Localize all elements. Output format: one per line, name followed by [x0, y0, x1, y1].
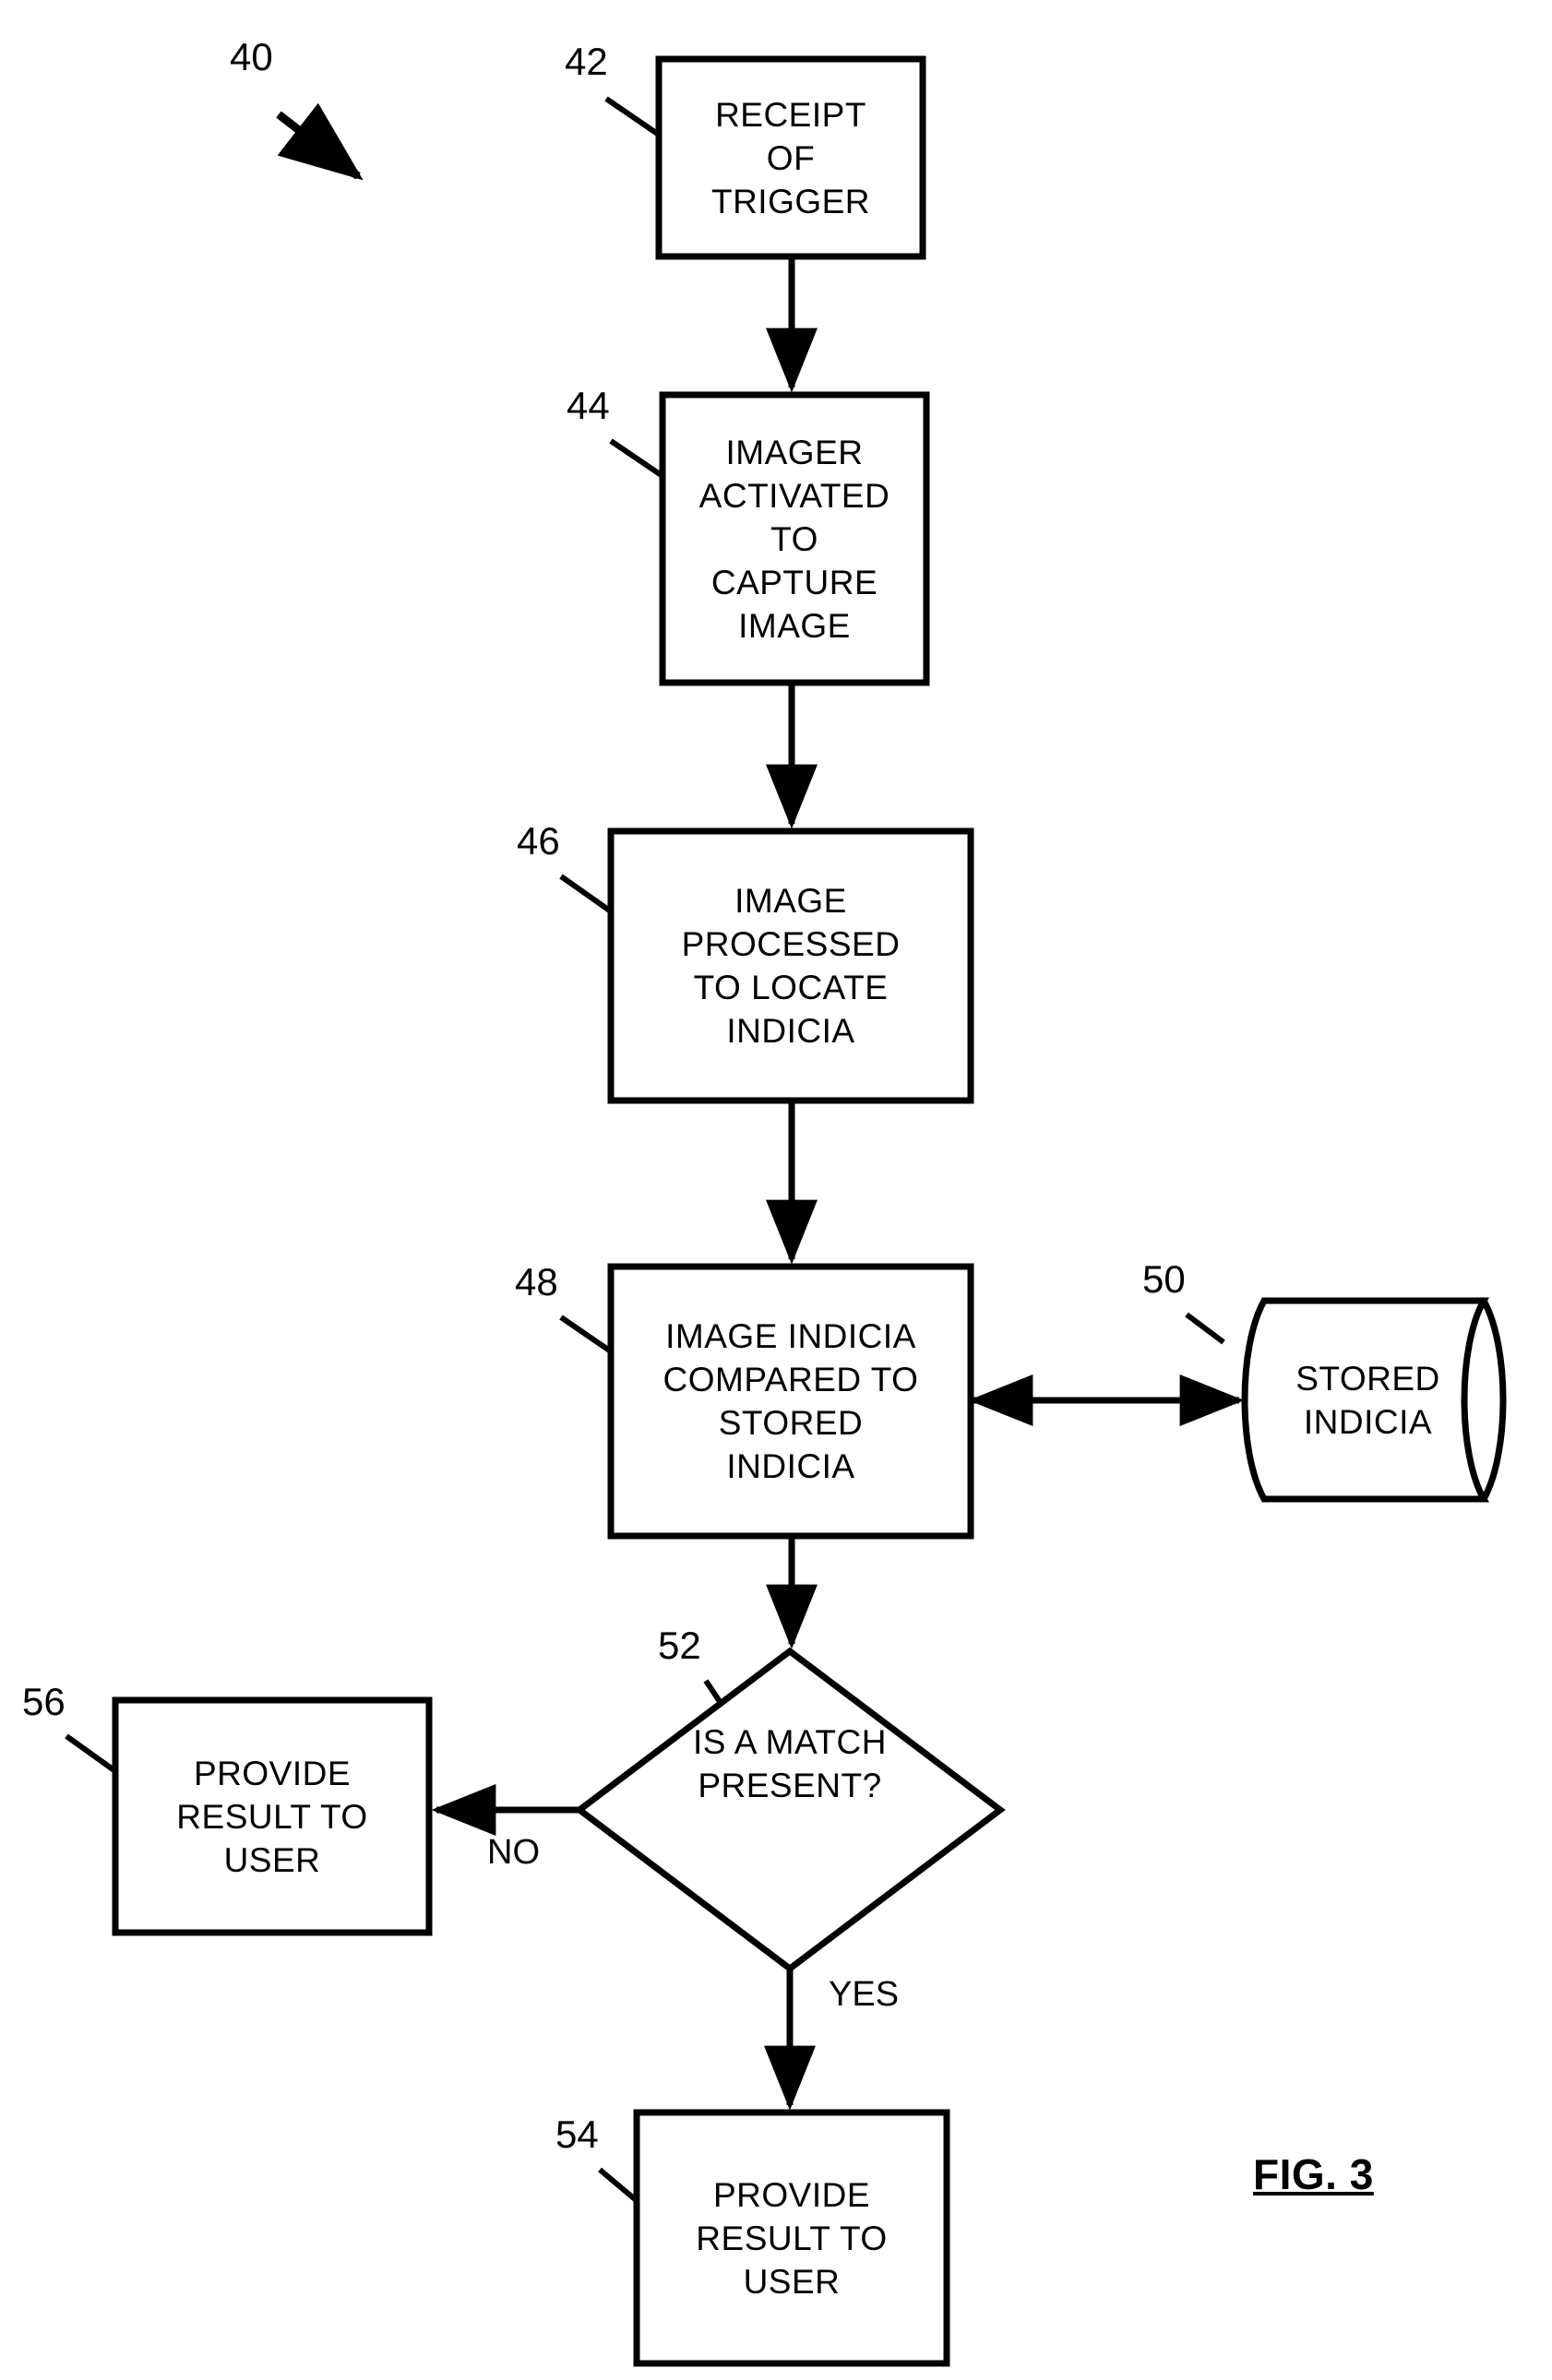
ref-label-56: 56	[22, 1680, 66, 1723]
figure-pointer-arrow	[276, 102, 364, 181]
leader-line-42	[604, 96, 661, 137]
ref-label-40: 40	[230, 35, 273, 78]
node-52-shape[interactable]	[574, 1647, 1006, 1973]
edge-label-yes: YES	[829, 1975, 900, 2014]
node-54-shape[interactable]	[633, 2109, 950, 2367]
node-42-shape[interactable]	[655, 55, 926, 260]
ref-label-54: 54	[555, 2112, 599, 2156]
leader-line-48	[559, 1315, 613, 1354]
node-48-shape[interactable]	[607, 1263, 974, 1540]
patent-figure-page: RECEIPT OF TRIGGER IMAGER ACTIVATED TO C…	[0, 0, 1552, 2380]
node-56-shape[interactable]	[112, 1696, 433, 1936]
leader-line-50	[1185, 1312, 1225, 1345]
leader-line-46	[559, 874, 613, 914]
leader-line-44	[609, 438, 664, 479]
ref-label-46: 46	[517, 819, 560, 863]
node-44-shape[interactable]	[659, 391, 930, 686]
flowchart-canvas	[65, 55, 1507, 2367]
ref-label-44: 44	[567, 384, 610, 427]
leader-line-56	[65, 1733, 117, 1774]
node-46-shape[interactable]	[607, 827, 974, 1104]
figure-caption: FIG. 3	[1253, 2150, 1374, 2198]
node-shapes	[112, 55, 1507, 2367]
ref-label-50: 50	[1142, 1257, 1186, 1301]
ref-label-48: 48	[515, 1260, 558, 1303]
ref-label-42: 42	[565, 40, 608, 83]
edge-label-no: NO	[487, 1833, 540, 1872]
node-50-shape[interactable]	[1241, 1297, 1489, 1503]
ref-label-52: 52	[658, 1624, 701, 1667]
node-50-end-cap	[1480, 1299, 1507, 1501]
